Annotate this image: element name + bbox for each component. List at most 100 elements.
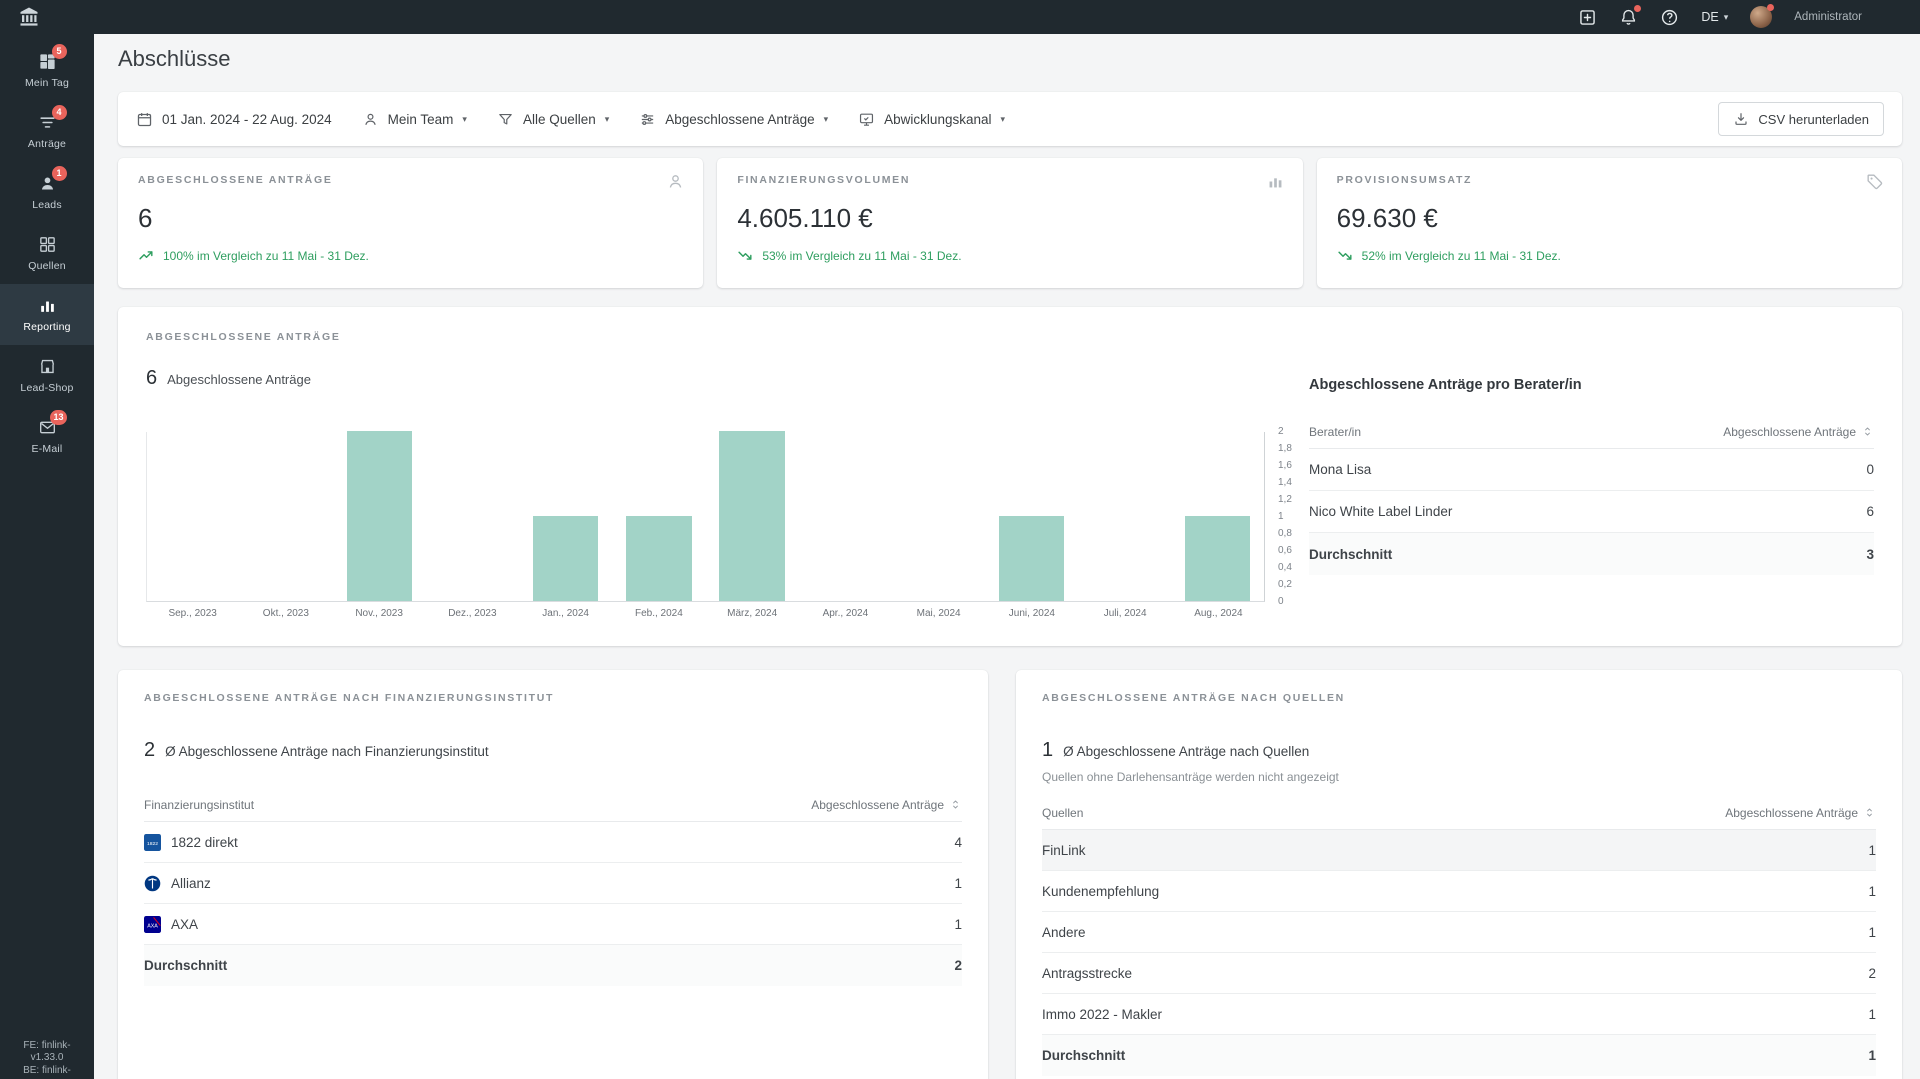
tag-stat-icon [1865, 172, 1884, 191]
quellen-card-header: ABGESCHLOSSENE ANTRÄGE NACH QUELLEN [1042, 692, 1876, 704]
row-name: Durchschnitt [144, 958, 227, 973]
help-icon[interactable] [1660, 8, 1679, 27]
sidebar-item-antraege[interactable]: 4 Anträge [0, 101, 94, 162]
sidebar: 5 Mein Tag 4 Anträge 1 Leads Quellen Rep… [0, 34, 94, 1079]
notification-badge: 5 [52, 44, 67, 59]
table-row: Kundenempfehlung 1 [1042, 871, 1876, 912]
channel-filter[interactable]: Abwicklungskanal ▾ [858, 111, 1005, 128]
funnel-icon [497, 111, 514, 128]
row-name: Kundenempfehlung [1042, 884, 1159, 899]
row-name: Antragsstrecke [1042, 966, 1132, 981]
sidebar-item-label: Mein Tag [25, 77, 69, 89]
sidebar-item-email[interactable]: 13 E-Mail [0, 406, 94, 467]
table-row: Immo 2022 - Makler 1 [1042, 994, 1876, 1035]
app-version-info: FE: finlink- v1.33.0 BE: finlink- [0, 1040, 94, 1079]
be-version: BE: finlink- [0, 1065, 94, 1078]
sources-filter[interactable]: Alle Quellen ▾ [497, 111, 609, 128]
chart-bar[interactable] [719, 431, 784, 601]
sidebar-item-quellen[interactable]: Quellen [0, 223, 94, 284]
logo-1822-direkt: 1822 [144, 834, 161, 851]
table-row: Antragsstrecke 2 [1042, 953, 1876, 994]
csv-download-label: CSV herunterladen [1758, 112, 1869, 127]
chart-title: 6 Abgeschlossene Anträge [146, 367, 1309, 390]
sidebar-item-label: Anträge [28, 138, 66, 150]
chart-bar-slot [333, 432, 426, 601]
language-selector[interactable]: DE ▾ [1701, 10, 1728, 24]
average-label: Ø Abgeschlossene Anträge nach Quellen [1063, 740, 1309, 764]
institut-card: ABGESCHLOSSENE ANTRÄGE NACH FINANZIERUNG… [118, 670, 988, 1079]
sidebar-item-lead-shop[interactable]: Lead-Shop [0, 345, 94, 406]
sliders-icon [639, 111, 656, 128]
chart-bar[interactable] [999, 516, 1064, 601]
row-value: 0 [1854, 462, 1874, 477]
sidebar-item-reporting[interactable]: Reporting [0, 284, 94, 345]
reporting-icon [38, 296, 57, 315]
kpi-delta-text: 53% im Vergleich zu 11 Mai - 31 Dez. [762, 249, 961, 263]
status-filter[interactable]: Abgeschlossene Anträge ▾ [639, 111, 828, 128]
date-range-filter[interactable]: 01 Jan. 2024 - 22 Aug. 2024 [136, 111, 332, 128]
csv-download-button[interactable]: CSV herunterladen [1718, 102, 1884, 136]
column-header-finanzierungsinstitut: Finanzierungsinstitut [144, 798, 254, 812]
chart-bar[interactable] [533, 516, 598, 601]
column-header-abgeschlossene-antraege[interactable]: Abgeschlossene Anträge [1725, 806, 1876, 820]
sort-icon [1861, 425, 1874, 438]
y-axis-label: 0,8 [1278, 529, 1292, 539]
notification-badge: 13 [50, 410, 66, 425]
table-row: Andere 1 [1042, 912, 1876, 953]
quellen-table-header: Quellen Abgeschlossene Anträge [1042, 796, 1876, 830]
chart-total-label: Abgeschlossene Anträge [167, 372, 311, 387]
row-value: 6 [1854, 504, 1874, 519]
trend-down-icon [737, 247, 754, 264]
chart-bar-slot [705, 432, 798, 601]
row-name: AXA [171, 917, 198, 932]
chart-bar-slot [985, 432, 1078, 601]
row-value: 1 [1856, 843, 1876, 858]
kpi-delta: 100% im Vergleich zu 11 Mai - 31 Dez. [138, 247, 683, 264]
average-label: Ø Abgeschlossene Anträge nach Finanzieru… [165, 740, 488, 764]
table-row: 18221822 direkt 4 [144, 822, 962, 863]
row-value: 1 [1856, 925, 1876, 940]
chart-bar-slot [1171, 432, 1264, 601]
add-application-icon[interactable] [1578, 8, 1597, 27]
sidebar-item-label: Lead-Shop [20, 382, 73, 394]
chart-bar-slot [612, 432, 705, 601]
y-axis-label: 0,6 [1278, 546, 1292, 556]
column-header-abgeschlossene-antraege[interactable]: Abgeschlossene Anträge [811, 798, 962, 812]
row-name: Mona Lisa [1309, 462, 1371, 477]
sidebar-item-mein-tag[interactable]: 5 Mein Tag [0, 40, 94, 101]
y-axis-label: 0,2 [1278, 580, 1292, 590]
notifications-bell-icon[interactable] [1619, 8, 1638, 27]
sidebar-item-leads[interactable]: 1 Leads [0, 162, 94, 223]
sidebar-item-label: E-Mail [32, 443, 63, 455]
filter-bar: 01 Jan. 2024 - 22 Aug. 2024 Mein Team ▾ … [118, 92, 1902, 146]
y-axis-label: 1,6 [1278, 461, 1292, 471]
row-name: Immo 2022 - Makler [1042, 1007, 1162, 1022]
team-filter[interactable]: Mein Team ▾ [362, 111, 467, 128]
chart-bar[interactable] [626, 516, 691, 601]
x-axis-label: März, 2024 [706, 608, 799, 619]
kpi-value: 4.605.110 € [737, 203, 1282, 234]
column-header-abgeschlossene-antraege[interactable]: Abgeschlossene Anträge [1723, 425, 1874, 439]
fe-version-number: v1.33.0 [0, 1052, 94, 1065]
notification-dot [1634, 5, 1641, 12]
quellen-card: ABGESCHLOSSENE ANTRÄGE NACH QUELLEN 1 Ø … [1016, 670, 1902, 1079]
row-value: 2 [1856, 966, 1876, 981]
x-axis-label: Juli, 2024 [1079, 608, 1172, 619]
row-value: 2 [942, 958, 962, 973]
kpi-delta: 52% im Vergleich zu 11 Mai - 31 Dez. [1337, 247, 1882, 264]
sources-filter-label: Alle Quellen [523, 112, 596, 127]
kpi-label: PROVISIONSUMSATZ [1337, 174, 1882, 186]
finlink-logo-icon[interactable] [16, 5, 42, 29]
chevron-down-icon: ▾ [462, 114, 467, 125]
chart-bar-slot [799, 432, 892, 601]
topbar-actions: DE ▾ Administrator [1578, 6, 1862, 28]
person-icon [362, 111, 379, 128]
sidebar-item-label: Leads [32, 199, 62, 211]
person-stat-icon [666, 172, 685, 191]
chart-bar[interactable] [1185, 516, 1250, 601]
kpi-value: 69.630 € [1337, 203, 1882, 234]
chart-bar[interactable] [347, 431, 412, 601]
mein-tag-icon: 5 [38, 52, 57, 71]
row-value: 1 [1856, 1048, 1876, 1063]
user-avatar[interactable] [1750, 6, 1772, 28]
